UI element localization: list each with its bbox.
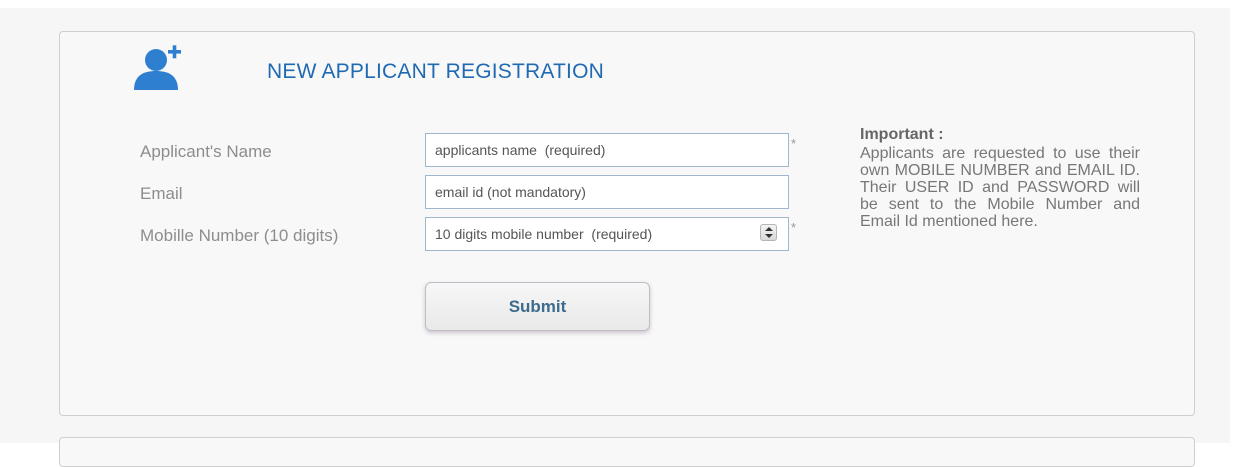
important-notice-title: Important :	[860, 126, 944, 143]
spinner-up-icon[interactable]	[765, 227, 773, 231]
submit-button[interactable]: Submit	[425, 282, 650, 331]
mobile-number-label: Mobille Number (10 digits)	[140, 226, 339, 245]
cropped-red-text	[720, 0, 980, 5]
email-label: Email	[140, 184, 183, 203]
scrollbar-track[interactable]	[1230, 0, 1255, 443]
applicant-name-input[interactable]	[425, 133, 789, 167]
mobile-number-input[interactable]	[425, 217, 789, 251]
number-spinner-icon[interactable]	[760, 224, 777, 241]
page-title: NEW APPLICANT REGISTRATION	[267, 60, 604, 83]
spinner-down-icon[interactable]	[765, 234, 773, 238]
add-user-icon	[134, 45, 181, 90]
email-input[interactable]	[425, 175, 789, 209]
required-marker: *	[791, 136, 797, 151]
applicant-name-label: Applicant's Name	[140, 142, 272, 161]
next-section-card	[59, 437, 1195, 467]
required-marker: *	[791, 220, 797, 235]
important-notice-text: Applicants are requested to use their ow…	[860, 145, 1140, 230]
